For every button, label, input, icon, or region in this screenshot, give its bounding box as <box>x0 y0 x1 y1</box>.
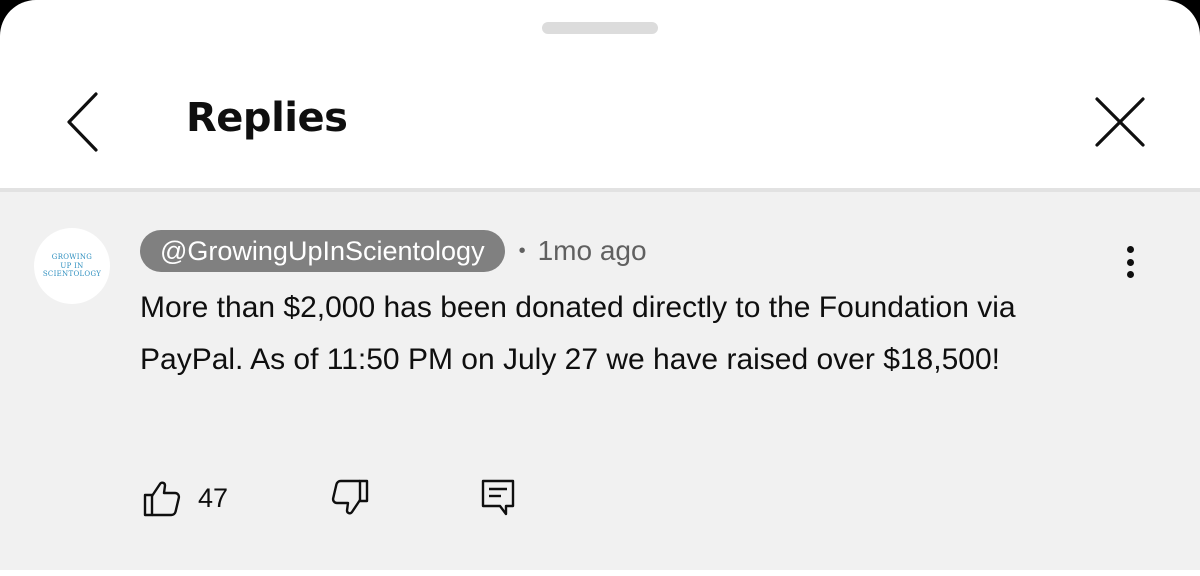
close-icon <box>1095 97 1145 147</box>
meta-separator: • <box>518 239 526 262</box>
more-options-button[interactable] <box>1110 240 1150 284</box>
channel-name[interactable]: @GrowingUpInScientology <box>140 230 505 272</box>
chevron-left-icon <box>67 92 98 152</box>
comment-reply-icon <box>481 479 515 516</box>
comment-timestamp: 1mo ago <box>537 235 647 266</box>
close-button[interactable] <box>1086 88 1154 156</box>
like-button[interactable] <box>140 476 184 520</box>
drag-handle[interactable] <box>542 22 658 34</box>
bottom-edge <box>0 570 1200 576</box>
avatar-text-line2: UP IN <box>60 261 84 270</box>
avatar[interactable]: GROWING UP IN SCIENTOLOGY <box>34 228 110 304</box>
avatar-text-line1: GROWING <box>51 252 93 261</box>
more-vertical-icon <box>1126 246 1134 253</box>
page-title: Replies <box>186 95 348 141</box>
like-count: 47 <box>198 482 229 513</box>
thumbs-down-icon <box>331 479 369 515</box>
comment-thread: GROWING UP IN SCIENTOLOGY @GrowingUpInSc… <box>0 192 1200 570</box>
avatar-text-line3: SCIENTOLOGY <box>42 270 102 279</box>
replies-sheet: Replies GROWING UP IN SCIENTOLOGY @Growi… <box>0 0 1200 576</box>
comment-actions: 47 <box>140 476 520 520</box>
header: Replies <box>0 52 1200 190</box>
reply-button[interactable] <box>476 476 520 520</box>
comment-text: More than $2,000 has been donated direct… <box>140 291 1016 376</box>
back-button[interactable] <box>52 88 112 156</box>
comment-meta: @GrowingUpInScientology • 1mo ago <box>140 230 647 272</box>
dislike-button[interactable] <box>328 476 372 520</box>
thumbs-up-icon <box>143 481 181 517</box>
